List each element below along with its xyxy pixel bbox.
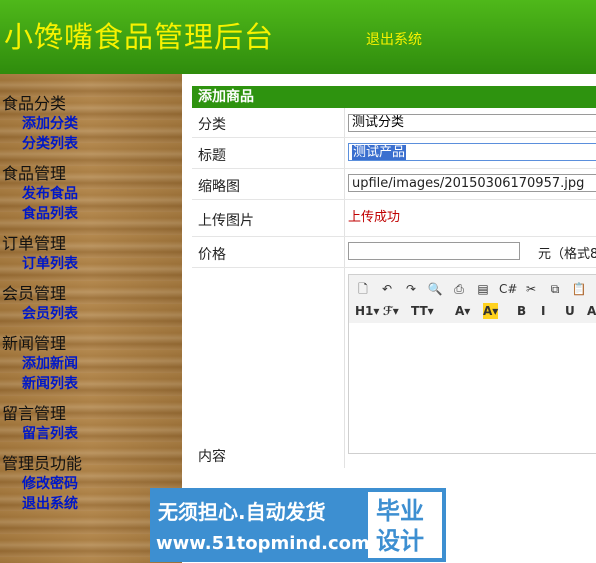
site-title: 小馋嘴食品管理后台	[4, 20, 275, 54]
menu-heading: 食品分类	[2, 94, 67, 113]
format-button[interactable]: A	[587, 303, 596, 319]
category-row: 分类 测试分类	[192, 108, 596, 138]
menu-group: 食品分类 添加分类 分类列表	[2, 94, 82, 154]
header-bar: 小馋嘴食品管理后台 退出系统	[0, 0, 596, 74]
price-row: 价格 元（格式88	[192, 237, 596, 268]
upload-row: 上传图片 上传成功	[192, 200, 596, 237]
format-button[interactable]: H1▾	[355, 303, 379, 319]
format-button[interactable]: ℱ▾	[383, 303, 399, 319]
title-label: 标题	[198, 148, 226, 164]
category-label: 分类	[198, 117, 226, 133]
menu-heading: 留言管理	[2, 404, 67, 423]
menu-heading: 食品管理	[2, 164, 67, 183]
sidebar-menu: 食品分类 添加分类 分类列表 食品管理 发布食品 食品列表 订单管理 订单列表 会员管理 会员列表…	[2, 94, 82, 524]
panel-title: 添加商品	[192, 86, 596, 108]
sidebar-link[interactable]: 添加分类	[22, 114, 82, 134]
menu-group: 食品管理 发布食品 食品列表	[2, 164, 82, 224]
format-button[interactable]: A▾	[455, 303, 470, 319]
content-label: 内容	[198, 449, 226, 465]
menu-heading: 管理员功能	[2, 454, 83, 473]
upload-status: 上传成功	[348, 210, 401, 225]
price-hint: 元（格式88	[538, 247, 596, 262]
menu-group: 订单管理 订单列表	[2, 234, 82, 274]
title-input[interactable]: 测试产品	[348, 143, 596, 161]
menu-heading: 新闻管理	[2, 334, 67, 353]
sidebar-link[interactable]: 修改密码	[22, 474, 82, 494]
preview-icon[interactable]: 🔍	[427, 281, 443, 297]
watermark-badge-text: 毕业 设计	[376, 497, 424, 555]
sidebar-link[interactable]: 添加新闻	[22, 354, 82, 374]
undo-icon[interactable]: ↶	[379, 281, 395, 297]
editor-toolbar: 🗋 ↶ ↷ 🔍 ⎙ ▤ C# ✂ ⧉ 📋 H1▾ ℱ▾ TT▾ A▾ A▾ B I U A	[349, 275, 596, 324]
menu-heading: 订单管理	[2, 234, 67, 253]
template-icon[interactable]: ▤	[475, 281, 491, 297]
thumbnail-label: 缩略图	[198, 179, 240, 195]
title-row: 标题 测试产品	[192, 138, 596, 169]
watermark-url: www.51topmind.com	[156, 533, 370, 554]
sidebar-link[interactable]: 食品列表	[22, 204, 82, 224]
content-row: 内容 🗋 ↶ ↷ 🔍 ⎙ ▤ C# ✂ ⧉ 📋 H1▾ ℱ▾ TT▾ A▾ A▾ B I U A	[192, 268, 596, 468]
sidebar-link[interactable]: 分类列表	[22, 134, 82, 154]
format-button[interactable]: I	[541, 303, 545, 319]
sidebar-link[interactable]: 退出系统	[22, 494, 82, 514]
watermark-banner: 无须担心.自动发货 www.51topmind.com 毕业 设计	[150, 488, 446, 562]
code-icon[interactable]: C#	[499, 281, 517, 297]
new-doc-icon[interactable]: 🗋	[355, 281, 371, 297]
upload-label: 上传图片	[198, 213, 254, 229]
thumbnail-input[interactable]: upfile/images/20150306170957.jpg	[348, 174, 596, 192]
print-icon[interactable]: ⎙	[451, 281, 467, 297]
header-logout-link[interactable]: 退出系统	[366, 29, 422, 49]
sidebar-link[interactable]: 订单列表	[22, 254, 82, 274]
format-button[interactable]: U	[565, 303, 575, 319]
thumbnail-row: 缩略图 upfile/images/20150306170957.jpg	[192, 169, 596, 200]
sidebar-link[interactable]: 新闻列表	[22, 374, 82, 394]
menu-group: 新闻管理 添加新闻 新闻列表	[2, 334, 82, 394]
price-input[interactable]	[348, 242, 520, 260]
sidebar-link[interactable]: 会员列表	[22, 304, 82, 324]
rich-text-editor: 🗋 ↶ ↷ 🔍 ⎙ ▤ C# ✂ ⧉ 📋 H1▾ ℱ▾ TT▾ A▾ A▾ B I U A	[348, 274, 596, 454]
menu-heading: 会员管理	[2, 284, 67, 303]
price-label: 价格	[198, 247, 226, 263]
menu-group: 会员管理 会员列表	[2, 284, 82, 324]
editor-content-area[interactable]	[349, 323, 596, 453]
sidebar-link[interactable]: 发布食品	[22, 184, 82, 204]
paste-icon[interactable]: 📋	[571, 281, 587, 297]
add-product-panel: 添加商品 分类 测试分类 标题 测试产品 缩略图 upfile/images/2…	[192, 86, 596, 468]
category-select[interactable]: 测试分类	[348, 114, 596, 132]
format-button[interactable]: TT▾	[411, 303, 434, 319]
menu-group: 管理员功能 修改密码 退出系统	[2, 454, 82, 514]
format-button[interactable]: A▾	[483, 303, 499, 319]
redo-icon[interactable]: ↷	[403, 281, 419, 297]
menu-group: 留言管理 留言列表	[2, 404, 82, 444]
sidebar-link[interactable]: 留言列表	[22, 424, 82, 444]
watermark-badge: 毕业 设计	[368, 492, 442, 558]
watermark-line1: 无须担心.自动发货	[158, 500, 326, 524]
cut-icon[interactable]: ✂	[523, 281, 539, 297]
format-button[interactable]: B	[517, 303, 526, 319]
copy-icon[interactable]: ⧉	[547, 281, 563, 297]
